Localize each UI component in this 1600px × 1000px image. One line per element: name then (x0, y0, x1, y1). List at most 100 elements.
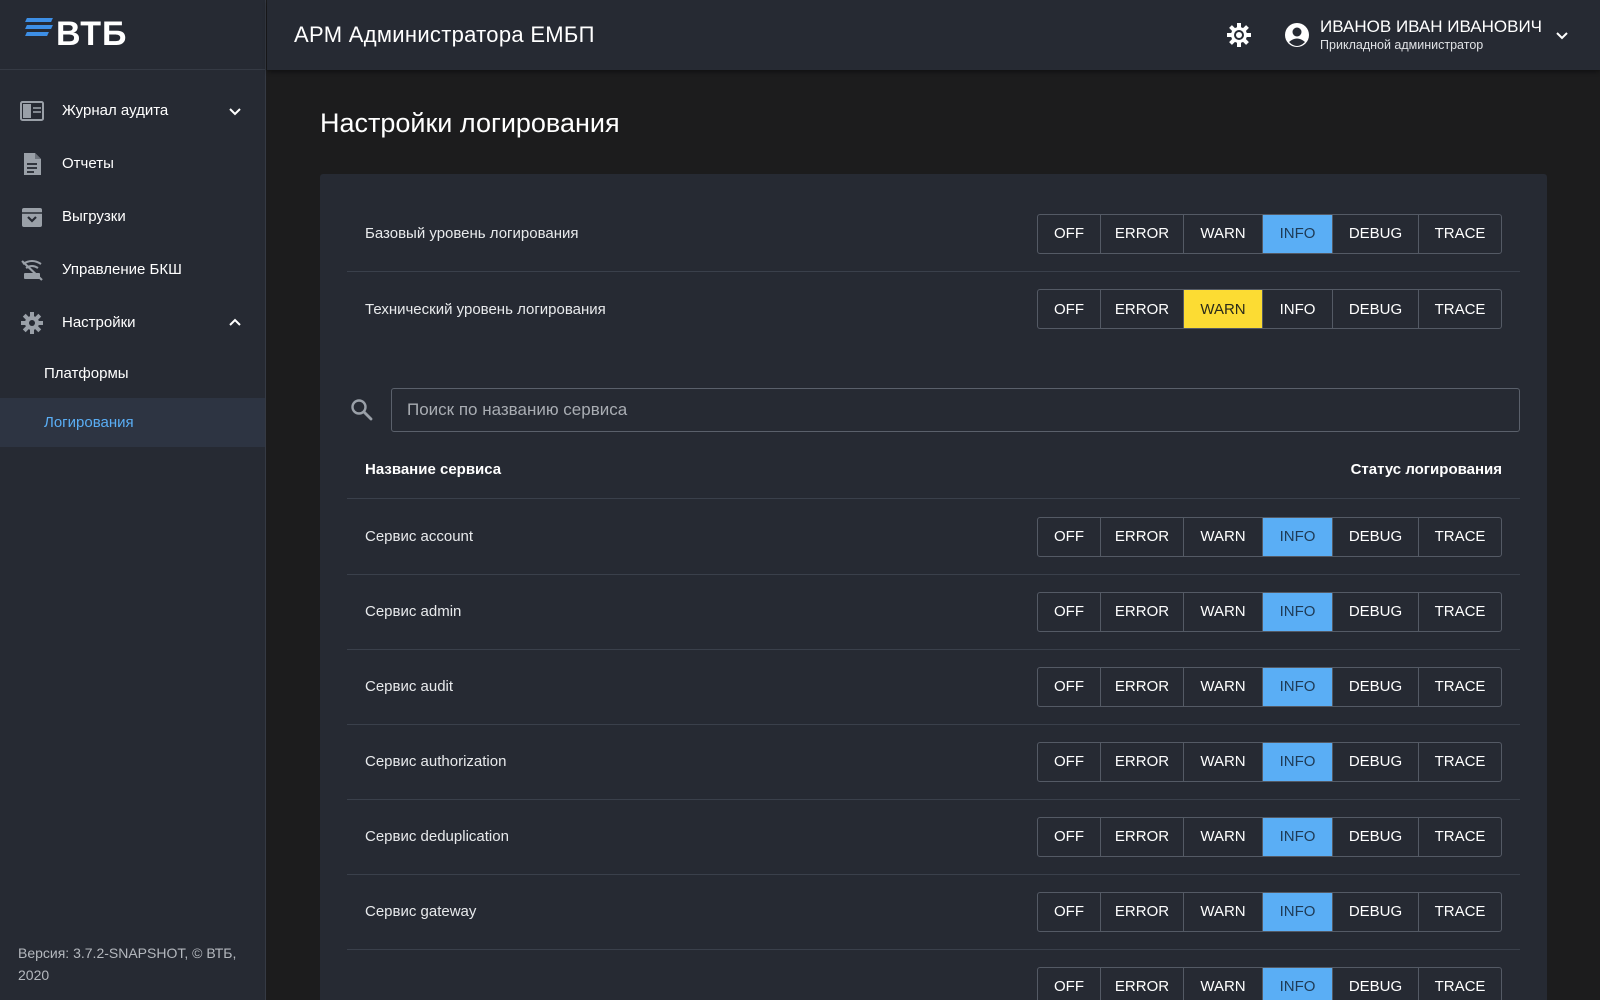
log-level-debug-button[interactable]: DEBUG (1333, 214, 1419, 253)
page-title: Настройки логирования (320, 108, 620, 138)
log-level-selector: OFF ERROR WARN INFO DEBUG TRACE (1037, 816, 1502, 857)
log-level-warn-button[interactable]: WARN (1184, 517, 1263, 556)
gear-icon (20, 311, 44, 335)
account-circle-icon (1285, 23, 1310, 47)
log-level-info-button[interactable]: INFO (1263, 290, 1333, 328)
service-search (347, 388, 1520, 432)
log-level-selector: OFF ERROR WARN INFO DEBUG TRACE (1037, 741, 1502, 782)
sidebar-item-bksh-management[interactable]: Управление БКШ (0, 243, 265, 296)
log-level-warn-button[interactable]: WARN (1184, 892, 1263, 931)
log-level-info-button[interactable]: INFO (1263, 817, 1333, 856)
sidebar-subitem-logging[interactable]: Логирования (0, 398, 265, 447)
log-level-trace-button[interactable]: TRACE (1419, 668, 1501, 706)
log-level-off-button[interactable]: OFF (1038, 214, 1101, 253)
row-label: Сервис gateway (365, 903, 477, 920)
sidebar-item-reports[interactable]: Отчеты (0, 137, 265, 190)
log-level-trace-button[interactable]: TRACE (1419, 818, 1501, 856)
log-level-off-button[interactable]: OFF (1038, 967, 1101, 1000)
row-label: Базовый уровень логирования (365, 225, 579, 242)
log-level-warn-button[interactable]: WARN (1184, 290, 1263, 328)
row-label: Сервис authorization (365, 753, 507, 770)
document-icon (20, 152, 44, 176)
log-level-error-button[interactable]: ERROR (1101, 592, 1184, 631)
sidebar-item-label: Управление БКШ (62, 261, 182, 278)
logging-level-row: Сервис audit OFF ERROR WARN INFO DEBUG TRACE (347, 649, 1520, 725)
log-level-info-button[interactable]: INFO (1263, 667, 1333, 706)
row-label: Сервис admin (365, 603, 462, 620)
log-level-debug-button[interactable]: DEBUG (1333, 817, 1419, 856)
log-level-off-button[interactable]: OFF (1038, 517, 1101, 556)
log-level-info-button[interactable]: INFO (1263, 214, 1333, 253)
log-level-off-button[interactable]: OFF (1038, 742, 1101, 781)
log-level-off-button[interactable]: OFF (1038, 892, 1101, 931)
log-level-debug-button[interactable]: DEBUG (1333, 967, 1419, 1000)
user-menu[interactable]: ИВАНОВ ИВАН ИВАНОВИЧ Прикладной админист… (1284, 17, 1570, 53)
sidebar-item-exports[interactable]: Выгрузки (0, 190, 265, 243)
log-level-info-button[interactable]: INFO (1263, 592, 1333, 631)
log-level-trace-button[interactable]: TRACE (1419, 215, 1501, 253)
log-level-trace-button[interactable]: TRACE (1419, 518, 1501, 556)
column-header-service-name: Название сервиса (365, 460, 502, 478)
search-icon (351, 399, 373, 421)
log-level-debug-button[interactable]: DEBUG (1333, 517, 1419, 556)
log-level-error-button[interactable]: ERROR (1101, 290, 1184, 328)
log-level-trace-button[interactable]: TRACE (1419, 593, 1501, 631)
services-table-header: Название сервиса Статус логирования (347, 440, 1520, 499)
log-level-selector: OFF ERROR WARN INFO DEBUG TRACE (1037, 289, 1502, 329)
user-role: Прикладной администратор (1320, 38, 1484, 52)
log-level-warn-button[interactable]: WARN (1184, 667, 1263, 706)
log-level-error-button[interactable]: ERROR (1101, 667, 1184, 706)
sidebar-item-label: Выгрузки (62, 208, 126, 225)
log-level-selector: OFF ERROR WARN INFO DEBUG TRACE (1037, 666, 1502, 707)
logo-text: ВТБ (56, 15, 128, 53)
log-level-selector: OFF ERROR WARN INFO DEBUG TRACE (1037, 516, 1502, 557)
log-level-debug-button[interactable]: DEBUG (1333, 892, 1419, 931)
log-level-debug-button[interactable]: DEBUG (1333, 667, 1419, 706)
log-level-info-button[interactable]: INFO (1263, 967, 1333, 1000)
log-level-error-button[interactable]: ERROR (1101, 892, 1184, 931)
sidebar-nav: Журнал аудита Отчеты Выгрузки Управление… (0, 70, 265, 447)
log-level-off-button[interactable]: OFF (1038, 290, 1101, 328)
log-level-warn-button[interactable]: WARN (1184, 214, 1263, 253)
log-level-trace-button[interactable]: TRACE (1419, 743, 1501, 781)
log-level-warn-button[interactable]: WARN (1184, 592, 1263, 631)
log-level-trace-button[interactable]: TRACE (1419, 968, 1501, 1000)
log-level-debug-button[interactable]: DEBUG (1333, 742, 1419, 781)
top-bar: АРМ Администратора ЕМБП ИВАНОВ ИВАН ИВАН… (267, 0, 1600, 70)
logging-settings-card: Базовый уровень логирования OFF ERROR WARN I… (320, 174, 1547, 1000)
sidebar-subitem-platforms[interactable]: Платформы (0, 349, 265, 398)
log-level-off-button[interactable]: OFF (1038, 592, 1101, 631)
log-level-trace-button[interactable]: TRACE (1419, 893, 1501, 931)
log-level-error-button[interactable]: ERROR (1101, 214, 1184, 253)
sidebar: ВТБ Журнал аудита Отчеты Выгрузки Управл… (0, 0, 266, 1000)
log-level-debug-button[interactable]: DEBUG (1333, 592, 1419, 631)
log-level-error-button[interactable]: ERROR (1101, 967, 1184, 1000)
sidebar-item-audit-journal[interactable]: Журнал аудита (0, 84, 265, 137)
log-level-error-button[interactable]: ERROR (1101, 817, 1184, 856)
sidebar-item-settings[interactable]: Настройки (0, 296, 265, 349)
theme-settings-button[interactable] (1224, 20, 1254, 50)
logging-level-row: Сервис authorization OFF ERROR WARN INFO DEBU… (347, 724, 1520, 800)
log-level-warn-button[interactable]: WARN (1184, 967, 1263, 1000)
log-level-trace-button[interactable]: TRACE (1419, 290, 1501, 328)
log-level-debug-button[interactable]: DEBUG (1333, 290, 1419, 328)
log-level-warn-button[interactable]: WARN (1184, 817, 1263, 856)
vtb-logo[interactable]: ВТБ (0, 0, 265, 70)
version-info: Версия: 3.7.2-SNAPSHOT, © ВТБ, 2020 (18, 945, 237, 983)
logging-level-row: Сервис gateway OFF ERROR WARN INFO DEBUG TRACE (347, 874, 1520, 950)
row-label: Сервис account (365, 528, 474, 545)
log-level-off-button[interactable]: OFF (1038, 667, 1101, 706)
log-level-error-button[interactable]: ERROR (1101, 517, 1184, 556)
journal-icon (20, 99, 44, 123)
signal-off-icon (20, 258, 44, 282)
search-input[interactable] (391, 388, 1520, 432)
vtb-logo-mark-icon (25, 17, 53, 36)
log-level-selector: OFF ERROR WARN INFO DEBUG TRACE (1037, 891, 1502, 932)
archive-icon (20, 205, 44, 229)
log-level-off-button[interactable]: OFF (1038, 817, 1101, 856)
log-level-warn-button[interactable]: WARN (1184, 742, 1263, 781)
log-level-error-button[interactable]: ERROR (1101, 742, 1184, 781)
log-level-info-button[interactable]: INFO (1263, 517, 1333, 556)
log-level-info-button[interactable]: INFO (1263, 742, 1333, 781)
log-level-info-button[interactable]: INFO (1263, 892, 1333, 931)
